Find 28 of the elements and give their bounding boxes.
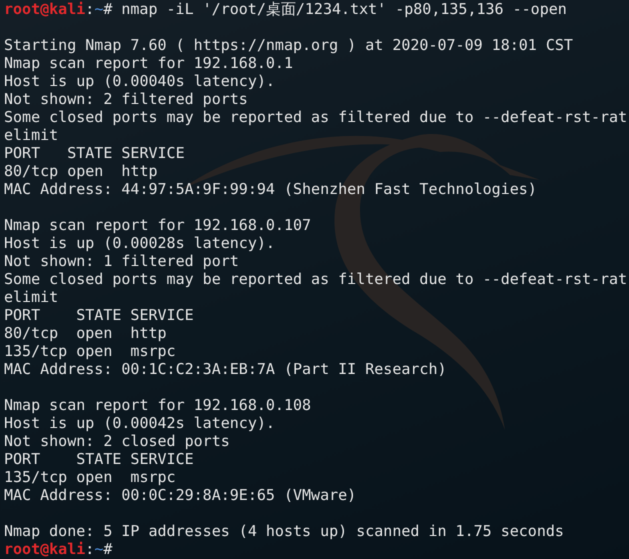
output-line: MAC Address: 44:97:5A:9F:99:94 (Shenzhen Fast Technologies) [4, 180, 537, 198]
output-line: 135/tcp open msrpc [4, 468, 176, 486]
shell-prompt: root@kali:~# [4, 0, 112, 18]
output-line: Not shown: 1 filtered port [4, 252, 239, 270]
output-line: Nmap done: 5 IP addresses (4 hosts up) scanned in 1.75 seconds [4, 522, 564, 540]
output-line: Starting Nmap 7.60 ( https://nmap.org ) at 2020-07-09 18:01 CST [4, 36, 573, 54]
output-line: MAC Address: 00:0C:29:8A:9E:65 (VMware) [4, 486, 356, 504]
output-line: Host is up (0.00040s latency). [4, 72, 275, 90]
output-line: 80/tcp open http [4, 324, 167, 342]
shell-prompt: root@kali:~# [4, 540, 112, 558]
output-line: 80/tcp open http [4, 162, 158, 180]
output-line: Not shown: 2 closed ports [4, 432, 230, 450]
output-line: PORT STATE SERVICE [4, 450, 194, 468]
output-line: 135/tcp open msrpc [4, 342, 176, 360]
output-line: elimit [4, 126, 58, 144]
output-line: Host is up (0.00042s latency). [4, 414, 275, 432]
output-line: PORT STATE SERVICE [4, 144, 185, 162]
output-line: elimit [4, 288, 58, 306]
output-line: Nmap scan report for 192.168.0.1 [4, 54, 293, 72]
output-line: Not shown: 2 filtered ports [4, 90, 248, 108]
output-line: Host is up (0.00028s latency). [4, 234, 275, 252]
command-text: nmap -iL '/root/桌面/1234.txt' -p80,135,136 --open [121, 0, 567, 18]
output-line: Some closed ports may be reported as filtered due to --defeat-rst-rat [4, 108, 628, 126]
output-line: MAC Address: 00:1C:C2:3A:EB:7A (Part II Research) [4, 360, 447, 378]
output-line: Some closed ports may be reported as filtered due to --defeat-rst-rat [4, 270, 628, 288]
output-line: Nmap scan report for 192.168.0.107 [4, 216, 312, 234]
output-line: PORT STATE SERVICE [4, 306, 194, 324]
output-line: Nmap scan report for 192.168.0.108 [4, 396, 312, 414]
